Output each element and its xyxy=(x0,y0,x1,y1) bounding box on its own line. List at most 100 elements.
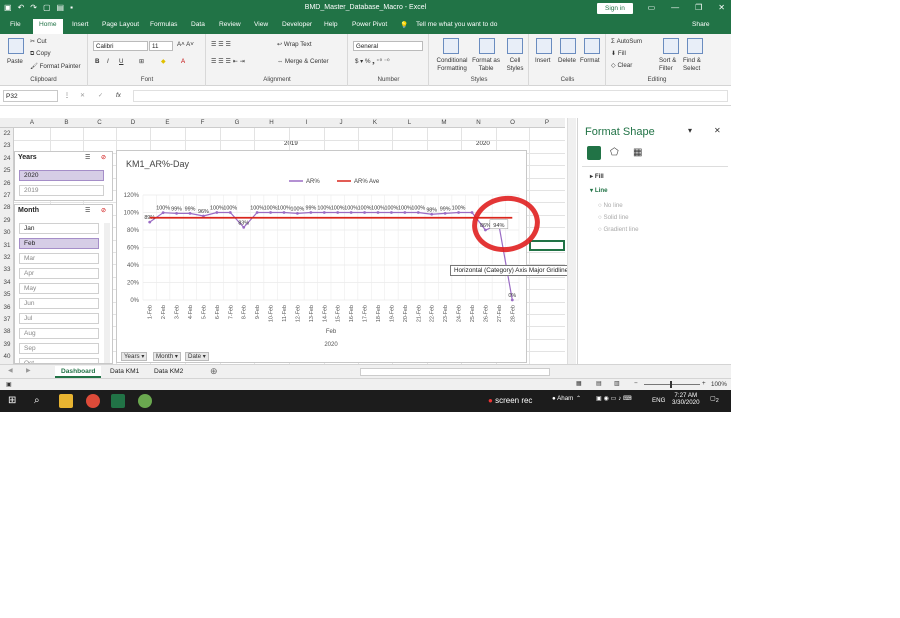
find-select-button[interactable]: Find & Select xyxy=(683,57,707,73)
row-header-30[interactable]: 30 xyxy=(0,229,14,236)
add-sheet-icon[interactable]: ⊕ xyxy=(210,366,218,377)
pivot-button-month[interactable]: Month ▾ xyxy=(153,352,182,361)
row-header-37[interactable]: 37 xyxy=(0,316,14,323)
row-header-31[interactable]: 31 xyxy=(0,242,14,249)
column-header-o[interactable]: O xyxy=(496,119,529,126)
line-section[interactable]: ▾ Line xyxy=(590,187,608,194)
align-left-icon[interactable]: ☰ ☰ ☰ ⇤ ⇥ xyxy=(211,58,245,65)
zoom-level[interactable]: 100% xyxy=(711,381,727,388)
name-box[interactable]: P32 xyxy=(3,90,58,102)
multi-select-icon[interactable]: ☰ xyxy=(85,207,91,214)
slicer-item-feb[interactable]: Feb xyxy=(19,238,99,249)
column-header-k[interactable]: K xyxy=(358,119,392,126)
tab-page-layout[interactable]: Page Layout xyxy=(102,21,139,28)
font-name-combo[interactable]: Calibri xyxy=(93,41,148,51)
row-header-40[interactable]: 40 xyxy=(0,353,14,360)
slicer-item-apr[interactable]: Apr xyxy=(19,268,99,279)
slicer-item-jun[interactable]: Jun xyxy=(19,298,99,309)
radio-no-line[interactable]: ○ No line xyxy=(598,202,623,209)
ribbon-display-icon[interactable]: ▭ xyxy=(648,3,656,12)
radio-gradient-line[interactable]: ○ Gradient line xyxy=(598,226,639,233)
close-icon[interactable]: ✕ xyxy=(718,3,725,12)
screenrec-indicator[interactable]: ● screen rec xyxy=(488,396,532,405)
cut-button[interactable]: ✂ Cut xyxy=(30,38,47,45)
row-header-23[interactable]: 23 xyxy=(0,142,14,149)
tab-insert[interactable]: Insert xyxy=(72,21,89,28)
row-header-27[interactable]: 27 xyxy=(0,192,14,199)
language-indicator[interactable]: ENG xyxy=(652,397,665,404)
column-header-l[interactable]: L xyxy=(392,119,427,126)
bold-button[interactable]: B xyxy=(95,58,99,65)
align-top-icon[interactable]: ☰ ☰ ☰ xyxy=(211,41,231,48)
row-header-28[interactable]: 28 xyxy=(0,204,14,211)
tab-home[interactable]: Home xyxy=(33,19,63,34)
tab-review[interactable]: Review xyxy=(219,21,241,28)
row-header-36[interactable]: 36 xyxy=(0,304,14,311)
maximize-icon[interactable]: ❐ xyxy=(695,3,702,12)
clear-button[interactable]: ◇ Clear xyxy=(611,62,632,69)
row-header-39[interactable]: 39 xyxy=(0,341,14,348)
clear-filter-icon[interactable]: ⊘ xyxy=(101,154,106,161)
row-header-34[interactable]: 34 xyxy=(0,279,14,286)
format-cells-icon[interactable] xyxy=(584,38,600,54)
cancel-icon[interactable]: ✕ xyxy=(80,92,85,99)
clock[interactable]: 7:27 AM 3/30/2020 xyxy=(672,392,700,406)
font-color-icon[interactable]: A xyxy=(181,58,185,65)
slicer-item-mar[interactable]: Mar xyxy=(19,253,99,264)
column-header-m[interactable]: M xyxy=(427,119,461,126)
italic-button[interactable]: I xyxy=(107,58,109,65)
row-header-29[interactable]: 29 xyxy=(0,217,14,224)
enter-icon[interactable]: ✓ xyxy=(98,92,103,99)
grow-font-icon[interactable]: A˄ A˅ xyxy=(177,41,194,48)
zoom-in-icon[interactable]: + xyxy=(702,380,706,387)
column-header-j[interactable]: J xyxy=(324,119,358,126)
merge-center-button[interactable]: ⇔ Merge & Center xyxy=(277,58,329,65)
row-header-38[interactable]: 38 xyxy=(0,328,14,335)
insert-cells-button[interactable]: Insert xyxy=(535,57,550,64)
sheet-tab-data-km1[interactable]: Data KM1 xyxy=(104,366,145,378)
tab-view[interactable]: View xyxy=(254,21,268,28)
insert-function-button[interactable]: fx xyxy=(116,92,121,99)
fill-button[interactable]: ⬇ Fill xyxy=(611,50,626,57)
normal-view-icon[interactable]: ▦ xyxy=(576,380,582,387)
slicer-item-jul[interactable]: Jul xyxy=(19,313,99,324)
tab-formulas[interactable]: Formulas xyxy=(150,21,177,28)
tab-developer[interactable]: Developer xyxy=(282,21,312,28)
horizontal-scrollbar[interactable] xyxy=(360,368,550,376)
insert-cells-icon[interactable] xyxy=(536,38,552,54)
tab-power-pivot[interactable]: Power Pivot xyxy=(352,21,387,28)
fill-section[interactable]: ▸ Fill xyxy=(590,173,604,180)
macro-record-icon[interactable]: ▣ xyxy=(6,381,12,388)
sort-filter-icon[interactable] xyxy=(663,38,679,54)
row-header-25[interactable]: 25 xyxy=(0,167,14,174)
slicer-item-2019[interactable]: 2019 xyxy=(19,185,104,196)
paste-icon[interactable] xyxy=(8,38,24,54)
app-taskbar-icon[interactable] xyxy=(138,394,152,408)
slicer-scrollbar[interactable] xyxy=(104,223,110,363)
row-header-22[interactable]: 22 xyxy=(0,130,14,137)
zoom-slider[interactable] xyxy=(644,384,700,385)
format-as-table-button[interactable]: Format as Table xyxy=(470,57,502,73)
size-properties-tab-icon[interactable]: ▦ xyxy=(633,147,642,158)
chrome-icon[interactable] xyxy=(86,394,100,408)
column-header-e[interactable]: E xyxy=(150,119,185,126)
tab-help[interactable]: Help xyxy=(324,21,338,28)
currency-icon[interactable]: $ ▾ % ❟ ⁺⁰ ⁻⁰ xyxy=(355,58,390,66)
row-header-33[interactable]: 33 xyxy=(0,266,14,273)
sheet-tab-dashboard[interactable]: Dashboard xyxy=(55,366,102,378)
zoom-out-icon[interactable]: − xyxy=(634,380,638,387)
windows-start-icon[interactable]: ⊞ xyxy=(8,395,16,406)
column-header-n[interactable]: N xyxy=(461,119,496,126)
formula-input[interactable] xyxy=(133,90,728,102)
pivot-button-date[interactable]: Date ▾ xyxy=(185,352,209,361)
row-header-26[interactable]: 26 xyxy=(0,180,14,187)
pivot-button-years[interactable]: Years ▾ xyxy=(121,352,148,361)
font-size-combo[interactable]: 11 xyxy=(149,41,173,51)
sort-filter-button[interactable]: Sort & Filter xyxy=(659,57,681,73)
autosum-button[interactable]: Σ AutoSum xyxy=(611,38,642,45)
fill-line-tab-icon[interactable] xyxy=(587,146,601,160)
column-header-c[interactable]: C xyxy=(83,119,116,126)
cell-styles-button[interactable]: Cell Styles xyxy=(504,57,526,73)
pivot-chart[interactable]: KM1_AR%-Day 0% 20% 40% 60% 80% 100% 120% 1-Feb 2… xyxy=(116,150,527,363)
column-header-a[interactable]: A xyxy=(14,119,50,126)
